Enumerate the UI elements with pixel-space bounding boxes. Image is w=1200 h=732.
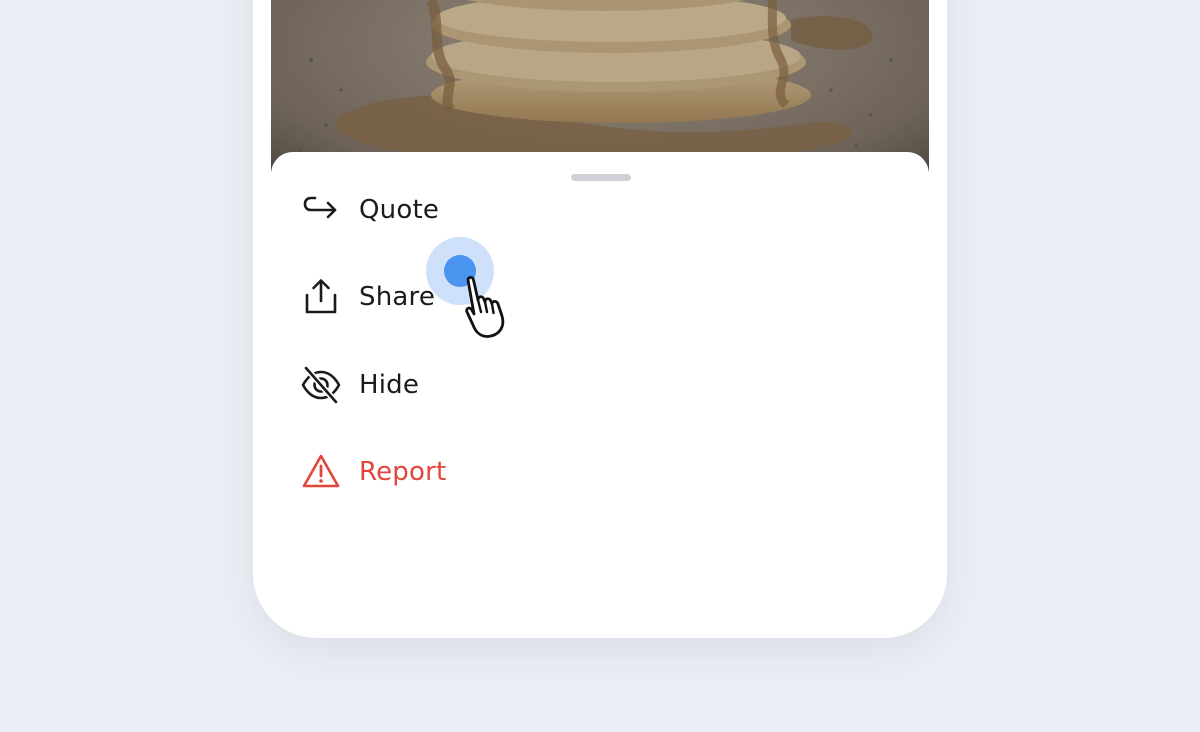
bottom-sheet: Quote Share Hide Report: [271, 152, 929, 638]
share-icon: [301, 277, 341, 317]
menu-item-report[interactable]: Report: [301, 447, 446, 497]
menu-item-share[interactable]: Share: [301, 272, 435, 322]
menu-item-label: Report: [359, 457, 447, 487]
menu-item-label: Share: [359, 282, 436, 312]
hand-pointer-icon: [465, 275, 505, 338]
quote-arrow-icon: [301, 190, 341, 230]
menu-item-quote[interactable]: Quote: [301, 185, 439, 235]
menu-item-label: Hide: [359, 370, 420, 400]
warning-icon: [301, 452, 341, 492]
menu-item-label: Quote: [359, 195, 440, 225]
eye-off-icon: [301, 365, 341, 405]
pancake-photo-illustration: [271, 0, 929, 172]
menu-item-hide[interactable]: Hide: [301, 360, 419, 410]
phone-frame: Quote Share Hide Report: [253, 0, 947, 638]
sheet-drag-handle[interactable]: [571, 174, 631, 181]
post-photo: [271, 0, 929, 172]
